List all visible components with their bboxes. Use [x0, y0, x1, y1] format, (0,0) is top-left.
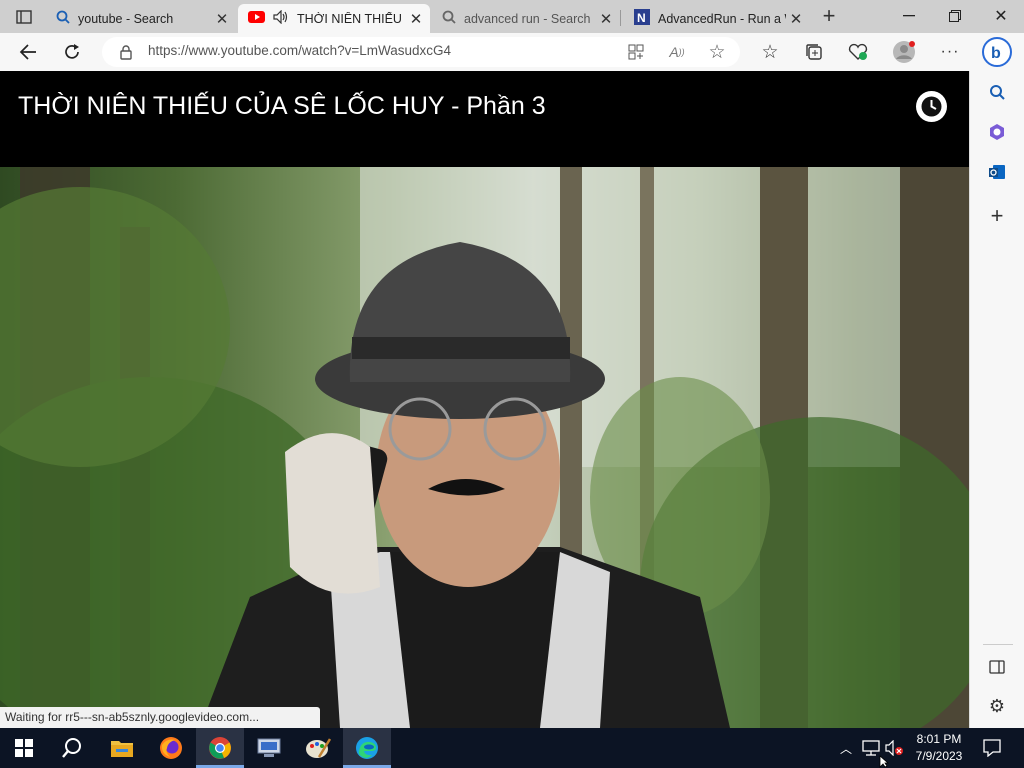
url-text[interactable]: https://www.youtube.com/watch?v=LmWasudx… — [148, 43, 451, 58]
search-icon — [442, 10, 456, 27]
tab-actions-icon[interactable] — [10, 7, 38, 27]
hide-sidebar-icon[interactable] — [984, 655, 1010, 679]
new-tab-icon[interactable]: + — [814, 3, 844, 28]
tab-title: youtube - Search — [78, 11, 174, 26]
video-title[interactable]: THỜI NIÊN THIẾU CỦA SÊ LỐC HUY - Phần 3 — [18, 92, 546, 121]
add-sidebar-app-icon[interactable]: + — [984, 203, 1010, 228]
tab-video[interactable]: THỜI NIÊN THIẾU C ✕ — [238, 4, 430, 33]
profile-avatar[interactable] — [889, 39, 919, 65]
read-aloud-icon[interactable]: A)) — [664, 42, 690, 62]
youtube-icon — [248, 11, 265, 26]
start-button[interactable] — [0, 728, 48, 768]
mouse-cursor — [878, 755, 890, 768]
sidebar-search-icon[interactable] — [984, 80, 1010, 104]
video-player[interactable] — [0, 167, 969, 728]
more-options-icon[interactable]: ··· — [936, 41, 964, 63]
favorites-icon[interactable]: ☆ — [756, 41, 784, 63]
show-hidden-icons-icon[interactable]: ︿ — [836, 738, 856, 758]
minimize-icon[interactable] — [893, 5, 925, 27]
close-icon[interactable]: ✕ — [596, 10, 616, 28]
bing-chat-icon[interactable]: b — [981, 36, 1013, 68]
collections-icon[interactable] — [800, 41, 828, 63]
network-app-icon[interactable] — [245, 728, 293, 768]
firefox-icon[interactable] — [147, 728, 195, 768]
restore-icon[interactable] — [939, 5, 971, 27]
tab-separator — [620, 10, 621, 26]
file-explorer-icon[interactable] — [98, 728, 146, 768]
tab-advanced-run-search[interactable]: advanced run - Search ✕ — [432, 4, 620, 33]
taskbar-search-icon[interactable] — [48, 728, 96, 768]
back-icon[interactable] — [14, 40, 42, 64]
watch-later-icon[interactable] — [916, 91, 947, 122]
clock-time: 8:01 PM — [916, 732, 962, 746]
outlook-icon[interactable] — [984, 160, 1010, 184]
refresh-icon[interactable] — [58, 40, 86, 64]
copilot-icon[interactable] — [984, 120, 1010, 144]
status-bar: Waiting for rr5---sn-ab5sznly.googlevide… — [0, 707, 320, 728]
clock[interactable]: 8:01 PM 7/9/2023 — [912, 731, 966, 765]
tab-title: AdvancedRun - Run a W — [658, 11, 786, 26]
browser-essentials-icon[interactable] — [844, 41, 872, 63]
tab-title: THỜI NIÊN THIẾU C — [297, 11, 406, 26]
tab-advancedrun[interactable]: N AdvancedRun - Run a W ✕ — [624, 4, 810, 33]
speaker-icon[interactable] — [273, 9, 289, 27]
tab-youtube-search[interactable]: youtube - Search ✕ — [46, 4, 236, 33]
favorite-star-icon[interactable]: ☆ — [704, 41, 730, 63]
nirsoft-icon: N — [634, 9, 650, 28]
chrome-icon[interactable] — [196, 728, 244, 768]
sidebar-divider — [983, 644, 1013, 645]
notifications-icon[interactable] — [978, 736, 1006, 760]
settings-gear-icon[interactable]: ⚙ — [984, 694, 1010, 718]
svg-text:N: N — [637, 11, 646, 25]
close-icon[interactable]: ✕ — [786, 10, 806, 28]
clock-date: 7/9/2023 — [915, 749, 963, 763]
video-frame — [0, 167, 969, 728]
close-window-icon[interactable]: ✕ — [985, 5, 1017, 27]
paint-icon[interactable] — [294, 728, 342, 768]
edge-icon[interactable] — [343, 728, 391, 768]
close-icon[interactable]: ✕ — [406, 10, 426, 28]
search-icon — [56, 10, 70, 27]
svg-text:b: b — [991, 45, 1001, 62]
lock-icon[interactable] — [116, 42, 136, 62]
close-icon[interactable]: ✕ — [212, 10, 232, 28]
tab-title: advanced run - Search — [464, 11, 591, 26]
app-available-icon[interactable] — [624, 42, 648, 62]
